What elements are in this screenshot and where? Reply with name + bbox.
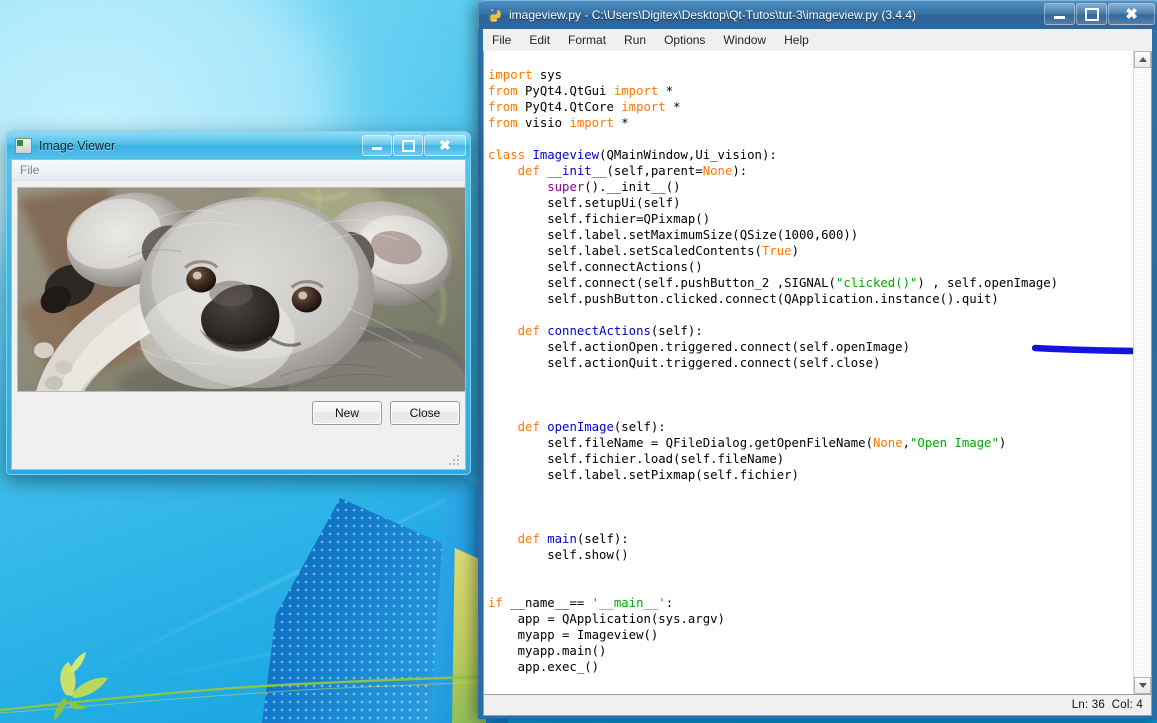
minimize-icon <box>1054 15 1065 19</box>
resize-grip-icon[interactable] <box>448 454 460 466</box>
code-token: def <box>517 164 540 179</box>
maximize-icon <box>401 139 415 152</box>
image-viewer-icon <box>15 137 32 154</box>
code-token: True <box>761 244 792 259</box>
close-button[interactable]: ✖ <box>1108 3 1155 25</box>
code-token: from <box>488 116 518 131</box>
idle-statusbar: Ln: 36 Col: 4 <box>483 695 1152 716</box>
image-viewer-window[interactable]: Image Viewer ✖ File New Close <box>6 131 471 475</box>
status-col: Col: 4 <box>1111 699 1143 711</box>
code-token: from <box>488 100 518 115</box>
code-token: main <box>547 532 577 547</box>
idle-window-controls[interactable]: ✖ <box>1044 3 1155 25</box>
maximize-icon <box>1084 7 1099 21</box>
code-token: __init__ <box>547 164 607 179</box>
new-button[interactable]: New <box>312 401 382 425</box>
close-button[interactable]: ✖ <box>424 135 466 156</box>
code-token: "clicked()" <box>835 276 918 291</box>
wallpaper-leaf-graphic <box>0 652 480 720</box>
status-line: Ln: 36 <box>1071 699 1105 711</box>
minimize-button[interactable] <box>1044 3 1075 25</box>
code-editor-area[interactable]: import sys from PyQt4.QtGui import * fro… <box>483 51 1152 695</box>
viewer-button-row[interactable]: New Close <box>312 401 460 425</box>
code-token: Imageview <box>532 148 600 163</box>
status-line-col: Ln: 36 Col: 4 <box>1072 699 1151 711</box>
chevron-down-icon <box>1138 683 1147 688</box>
editor-vertical-scrollbar[interactable] <box>1133 51 1151 694</box>
idle-menubar[interactable]: File Edit Format Run Options Window Help <box>483 29 1152 52</box>
code-token: import <box>488 68 533 83</box>
menu-edit[interactable]: Edit <box>520 31 559 49</box>
code-token: import <box>569 116 614 131</box>
code-token: None <box>702 164 733 179</box>
scroll-up-button[interactable] <box>1134 51 1151 68</box>
code-token: super <box>547 180 585 195</box>
code-token: connectActions <box>547 324 651 339</box>
close-icon: ✖ <box>439 137 451 153</box>
idle-titlebar[interactable]: imageview.py - C:\Users\Digitex\Desktop\… <box>478 0 1157 29</box>
chevron-up-icon <box>1138 57 1147 62</box>
code-token: from <box>488 84 518 99</box>
viewer-window-title: Image Viewer <box>39 138 116 153</box>
minimize-icon <box>372 147 382 150</box>
code-token: import <box>621 100 666 115</box>
code-token: '__main__' <box>591 596 666 611</box>
menu-file[interactable]: File <box>483 31 520 49</box>
close-icon: ✖ <box>1125 5 1138 23</box>
menu-help[interactable]: Help <box>775 31 818 49</box>
source-code-text[interactable]: import sys from PyQt4.QtGui import * fro… <box>488 67 1118 675</box>
code-token: def <box>517 532 540 547</box>
menu-window[interactable]: Window <box>714 31 775 49</box>
code-token: if <box>488 596 503 611</box>
image-display-label <box>17 187 465 392</box>
maximize-button[interactable] <box>1076 3 1107 25</box>
maximize-button[interactable] <box>393 135 423 156</box>
menu-format[interactable]: Format <box>559 31 615 49</box>
code-token: None <box>872 436 903 451</box>
python-idle-icon <box>486 7 503 24</box>
code-token: "Open Image" <box>910 436 999 451</box>
code-token: def <box>517 420 540 435</box>
viewer-menubar[interactable]: File <box>12 160 465 181</box>
viewer-window-controls[interactable]: ✖ <box>362 135 466 156</box>
viewer-titlebar[interactable]: Image Viewer ✖ <box>7 132 470 159</box>
code-token: def <box>517 324 540 339</box>
viewer-menu-file[interactable]: File <box>12 163 47 177</box>
menu-run[interactable]: Run <box>615 31 655 49</box>
scroll-down-button[interactable] <box>1134 677 1151 694</box>
viewer-client-area: File New Close <box>11 159 466 470</box>
idle-editor-window[interactable]: imageview.py - C:\Users\Digitex\Desktop\… <box>478 0 1157 719</box>
code-token: class <box>488 148 526 163</box>
idle-window-title: imageview.py - C:\Users\Digitex\Desktop\… <box>509 8 917 22</box>
menu-options[interactable]: Options <box>655 31 714 49</box>
minimize-button[interactable] <box>362 135 392 156</box>
code-token: import <box>613 84 659 99</box>
koala-photograph <box>18 188 465 391</box>
code-token: openImage <box>547 420 614 435</box>
close-button[interactable]: Close <box>390 401 460 425</box>
